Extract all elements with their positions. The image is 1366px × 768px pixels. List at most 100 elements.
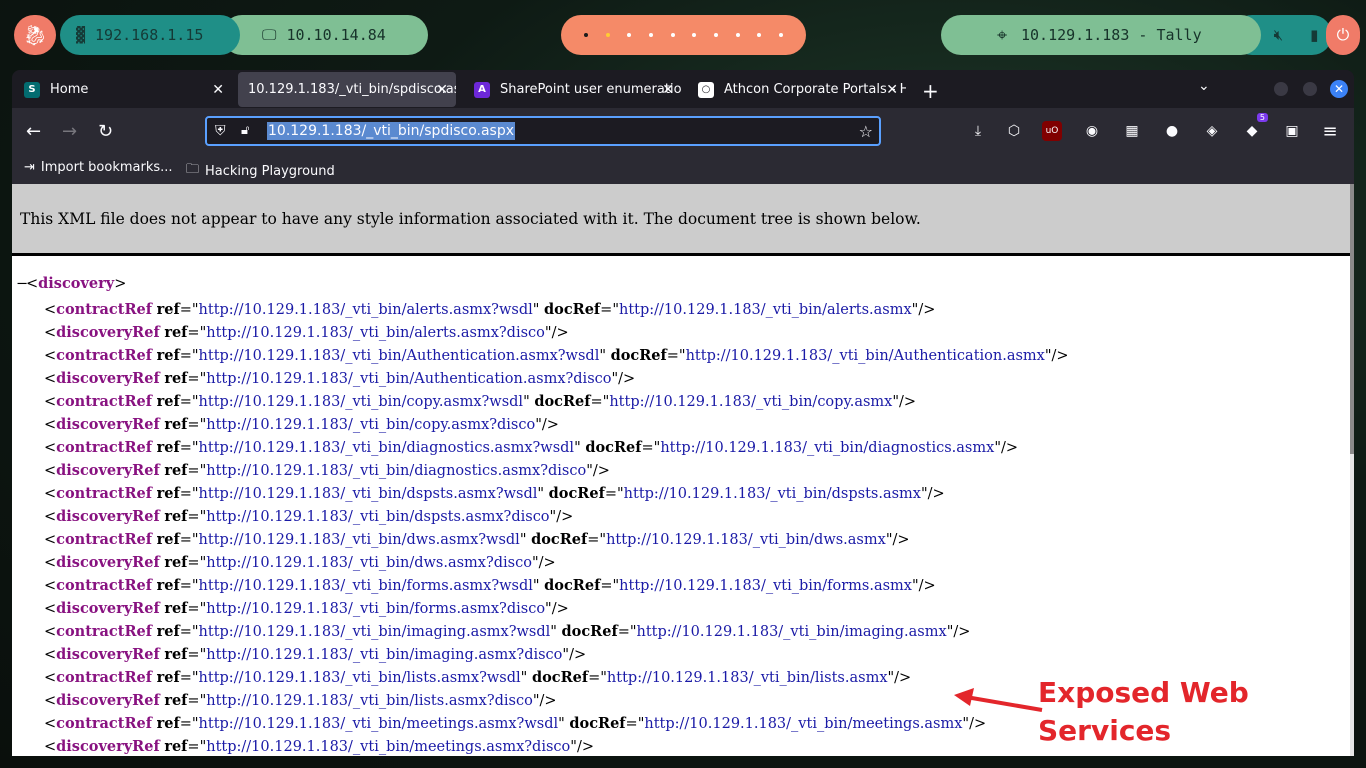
tab-title: SharePoint user enumeration xyxy=(500,82,682,97)
workspace-switcher[interactable] xyxy=(561,15,806,55)
close-tab-icon[interactable]: ✕ xyxy=(886,82,898,98)
xml-attr-name: docRef xyxy=(531,669,589,686)
workspace-dot[interactable] xyxy=(583,33,588,37)
address-bar[interactable]: ⛨ 🔓︎ 10.129.1.183/_vti_bin/spdisco.aspx … xyxy=(205,116,881,146)
xml-attr-name: docRef xyxy=(544,301,601,318)
workspace-dot[interactable] xyxy=(627,33,632,37)
xml-ref-value: http://10.129.1.183/_vti_bin/dws.asmx?di… xyxy=(206,555,532,571)
tab-sharepoint-enum[interactable]: A SharePoint user enumeration ✕ xyxy=(464,72,682,107)
tab-title: 10.129.1.183/_vti_bin/spdisco.aspx xyxy=(248,82,456,97)
close-window-button[interactable]: ✕ xyxy=(1330,80,1348,98)
bookmark-folder-hacking-playground[interactable]: 🗀︎ Hacking Playground xyxy=(186,160,335,182)
import-icon: ⇥ xyxy=(24,160,35,175)
bookmark-label: Hacking Playground xyxy=(205,163,335,179)
collapse-toggle[interactable]: − xyxy=(16,276,28,292)
extensions-puzzle-icon[interactable]: ⬡ xyxy=(1004,121,1024,141)
battery-icon[interactable]: ▮ xyxy=(1310,26,1318,44)
power-button[interactable]: ⏻ xyxy=(1326,15,1360,55)
annotation-label: Exposed Web Services xyxy=(1038,674,1249,750)
ublock-icon[interactable]: uO xyxy=(1042,121,1062,141)
maximize-window-button[interactable] xyxy=(1303,82,1317,96)
xml-entry-row: <discoveryRef ref="http://10.129.1.183/_… xyxy=(44,554,556,571)
reload-icon[interactable]: ↻ xyxy=(98,121,113,142)
back-arrow-icon[interactable]: ← xyxy=(26,121,41,142)
xml-ref-value: http://10.129.1.183/_vti_bin/dspsts.asmx… xyxy=(206,509,550,525)
url-text[interactable]: 10.129.1.183/_vti_bin/spdisco.aspx xyxy=(267,122,516,140)
downloads-icon[interactable]: ⤓ xyxy=(968,121,988,141)
xml-tag-name: discovery xyxy=(38,275,115,292)
workspace-dot[interactable] xyxy=(757,33,762,37)
tracking-shield-icon[interactable]: ⛨ xyxy=(215,123,226,139)
xml-attr-name: docRef xyxy=(561,623,618,640)
minimize-window-button[interactable] xyxy=(1274,82,1288,96)
xml-tag-name: contractRef xyxy=(56,531,152,548)
cookie-editor-icon[interactable]: ● xyxy=(1162,121,1182,141)
xml-docref-value: http://10.129.1.183/_vti_bin/imaging.asm… xyxy=(636,624,947,640)
xml-attr-name: ref xyxy=(164,416,188,433)
xml-tag-name: contractRef xyxy=(56,393,152,410)
xml-ref-value: http://10.129.1.183/_vti_bin/imaging.asm… xyxy=(206,647,563,663)
tab-list-chevron-icon[interactable]: ⌄ xyxy=(1198,78,1210,94)
local-ip-label: 192.168.1.15 xyxy=(95,26,204,44)
xml-attr-name: ref xyxy=(156,393,180,410)
annotation-line-1: Exposed Web xyxy=(1038,676,1249,709)
wappalyzer-icon[interactable]: ◉ xyxy=(1082,121,1102,141)
xml-tag-name: discoveryRef xyxy=(56,738,160,755)
hacktricks-icon: A xyxy=(474,81,490,98)
forward-arrow-icon[interactable]: → xyxy=(62,121,77,142)
extension-with-badge-icon[interactable]: ◆ 5 xyxy=(1242,113,1268,141)
workspace-dot[interactable] xyxy=(735,33,740,37)
xml-tag-name: discoveryRef xyxy=(56,646,160,663)
hamburger-menu-icon[interactable]: ≡ xyxy=(1320,121,1340,142)
workspace-dot[interactable] xyxy=(648,33,653,37)
extension-badge: 5 xyxy=(1256,113,1268,122)
annotation-line-2: Services xyxy=(1038,714,1172,747)
xml-tag-name: contractRef xyxy=(56,577,152,594)
folder-icon: 🗀︎ xyxy=(186,162,200,177)
xml-tag-name: contractRef xyxy=(56,439,152,456)
xml-attr-name: ref xyxy=(156,669,180,686)
sharepoint-icon: S xyxy=(24,81,40,98)
user-agent-switcher-icon[interactable]: ▣ xyxy=(1282,121,1302,141)
xml-entry-row: <discoveryRef ref="http://10.129.1.183/_… xyxy=(44,738,594,755)
tab-athcon[interactable]: ○ Athcon Corporate Portals - Home ✕ xyxy=(688,72,906,107)
close-tab-icon[interactable]: ✕ xyxy=(212,82,224,98)
scrollbar-thumb[interactable] xyxy=(1350,184,1354,454)
local-ip-widget[interactable]: ▓ 192.168.1.15 xyxy=(60,15,240,55)
close-tab-icon[interactable]: ✕ xyxy=(436,82,448,98)
tab-spdisco[interactable]: 10.129.1.183/_vti_bin/spdisco.aspx ✕ xyxy=(238,72,456,107)
bookmark-import[interactable]: ⇥ Import bookmarks... xyxy=(24,160,173,175)
xml-entry-row: <contractRef ref="http://10.129.1.183/_v… xyxy=(44,623,971,640)
browser-window: S Home ✕ 10.129.1.183/_vti_bin/spdisco.a… xyxy=(12,70,1354,756)
kali-menu-button[interactable]: 🐉︎ xyxy=(14,15,56,55)
xml-attr-name: ref xyxy=(156,531,180,548)
xml-ref-value: http://10.129.1.183/_vti_bin/diagnostics… xyxy=(206,463,587,479)
workspace-dot[interactable] xyxy=(605,33,610,37)
network-monitor-icon: ▓ xyxy=(76,26,86,44)
xml-attr-name: ref xyxy=(164,646,188,663)
new-tab-icon[interactable]: + xyxy=(922,79,939,103)
foxyproxy-icon[interactable]: ◈ xyxy=(1202,121,1222,141)
xml-attr-name: ref xyxy=(164,324,188,341)
xml-attr-name: ref xyxy=(164,692,188,709)
xml-tag-name: contractRef xyxy=(56,715,152,732)
target-widget[interactable]: ⌖ 10.129.1.183 - Tally xyxy=(941,15,1261,55)
xml-entry-row: <contractRef ref="http://10.129.1.183/_v… xyxy=(44,393,917,410)
workspace-dot[interactable] xyxy=(713,33,718,37)
insecure-lock-icon[interactable]: 🔓︎ xyxy=(241,123,249,138)
tab-home[interactable]: S Home ✕ xyxy=(14,72,232,107)
close-tab-icon[interactable]: ✕ xyxy=(662,82,674,98)
workspace-dot[interactable] xyxy=(670,33,675,37)
qr-code-icon[interactable]: ▦ xyxy=(1122,121,1142,141)
workspace-dot[interactable] xyxy=(779,33,784,37)
xml-ref-value: http://10.129.1.183/_vti_bin/copy.asmx?w… xyxy=(198,394,524,410)
bookmark-star-icon[interactable]: ☆ xyxy=(859,122,873,141)
xml-attr-name: docRef xyxy=(531,531,588,548)
workspace-dot[interactable] xyxy=(692,33,697,37)
tab-title: Home xyxy=(50,82,89,97)
xml-entry-row: <discoveryRef ref="http://10.129.1.183/_… xyxy=(44,416,559,433)
vertical-scrollbar[interactable] xyxy=(1350,184,1354,756)
volume-mute-icon[interactable]: 🔇︎ xyxy=(1274,26,1283,44)
vpn-ip-widget[interactable]: 🖵︎ 10.10.14.84 xyxy=(222,15,428,55)
xml-entry-row: <discoveryRef ref="http://10.129.1.183/_… xyxy=(44,370,636,387)
